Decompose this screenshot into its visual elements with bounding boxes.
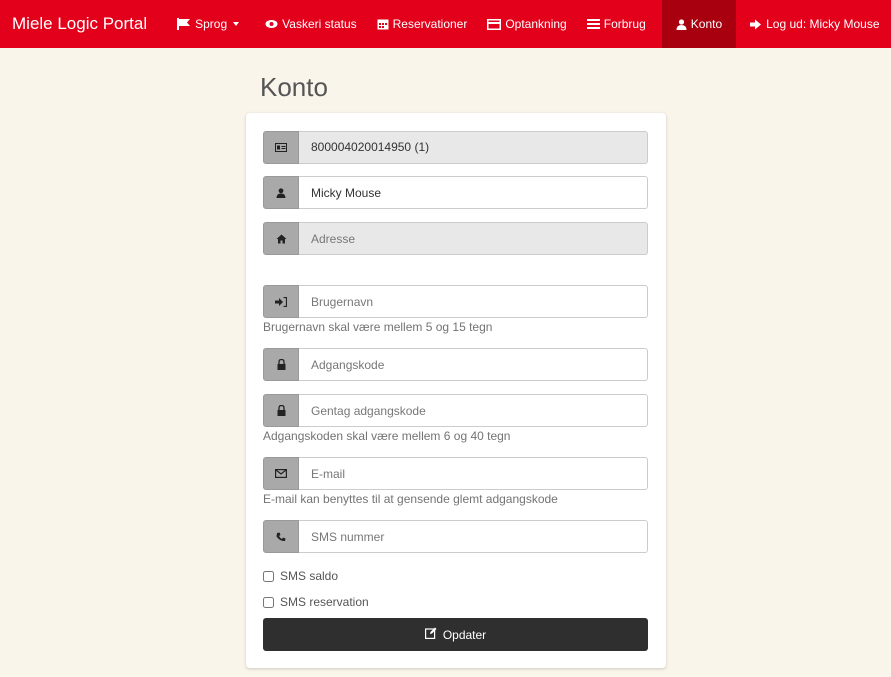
sms-saldo-checkbox[interactable] (263, 570, 274, 582)
logout-icon (750, 19, 762, 30)
password-repeat-field[interactable] (299, 394, 648, 427)
list-icon (586, 19, 600, 29)
nav-account[interactable]: Konto (661, 0, 737, 48)
email-help: E-mail kan benyttes til at gensende glem… (263, 492, 558, 506)
nav-logout[interactable]: Log ud: Micky Mouse (740, 0, 889, 48)
top-navbar: Miele Logic Portal Sprog Vaskeri status … (0, 0, 891, 48)
id-card-icon (263, 131, 299, 164)
nav-reservations-label: Reservationer (392, 17, 468, 31)
username-field[interactable] (299, 285, 648, 318)
edit-icon (424, 627, 437, 642)
user-icon (263, 176, 299, 209)
nav-topup[interactable]: Optankning (477, 0, 576, 48)
nav-account-label: Konto (690, 17, 723, 31)
brand-logo[interactable]: Miele Logic Portal (0, 0, 159, 48)
nav-language-label: Sprog (195, 17, 228, 31)
envelope-icon (263, 457, 299, 490)
sign-in-icon (263, 285, 299, 318)
password-field[interactable] (299, 348, 648, 381)
card-number-field: 800004020014950 (1) (299, 131, 648, 164)
sms-reservation-label: SMS reservation (280, 595, 369, 609)
update-button-label: Opdater (442, 627, 487, 642)
nav-usage-label: Forbrug (603, 17, 646, 31)
credit-card-icon (487, 18, 502, 30)
lock-icon (263, 348, 299, 381)
phone-icon (263, 520, 299, 553)
username-help: Brugernavn skal være mellem 5 og 15 tegn (263, 320, 493, 334)
chevron-down-icon (233, 22, 240, 26)
password-group (263, 348, 648, 381)
nav-language[interactable]: Sprog (167, 0, 249, 48)
email-group (263, 457, 648, 490)
address-group (263, 222, 648, 255)
address-field (299, 222, 648, 255)
nav-logout-label: Log ud: Micky Mouse (766, 17, 880, 31)
flag-icon (177, 18, 191, 30)
page-title: Konto (260, 72, 328, 102)
name-group (263, 176, 648, 209)
sms-reservation-checkbox-row[interactable]: SMS reservation (263, 595, 369, 609)
home-icon (263, 222, 299, 255)
account-form-card: 800004020014950 (1) Brugernavn skal være… (246, 113, 666, 668)
nav-usage[interactable]: Forbrug (577, 0, 656, 48)
sms-reservation-checkbox[interactable] (263, 596, 274, 608)
name-field[interactable] (299, 176, 648, 209)
sms-group (263, 520, 648, 553)
calendar-icon (377, 18, 389, 30)
password-repeat-group (263, 394, 648, 427)
user-icon (676, 18, 687, 30)
update-button[interactable]: Opdater (263, 618, 648, 651)
username-group (263, 285, 648, 318)
lock-icon (263, 394, 299, 427)
nav-laundry-status-label: Vaskeri status (282, 17, 357, 31)
nav-topup-label: Optankning (505, 17, 567, 31)
sms-saldo-checkbox-row[interactable]: SMS saldo (263, 569, 338, 583)
sms-number-field[interactable] (299, 520, 648, 553)
email-field[interactable] (299, 457, 648, 490)
nav-reservations[interactable]: Reservationer (367, 0, 478, 48)
password-help: Adgangskoden skal være mellem 6 og 40 te… (263, 429, 511, 443)
nav-laundry-status[interactable]: Vaskeri status (255, 0, 366, 48)
eye-icon (265, 19, 278, 29)
sms-saldo-label: SMS saldo (280, 569, 339, 583)
card-number-group: 800004020014950 (1) (263, 131, 648, 164)
